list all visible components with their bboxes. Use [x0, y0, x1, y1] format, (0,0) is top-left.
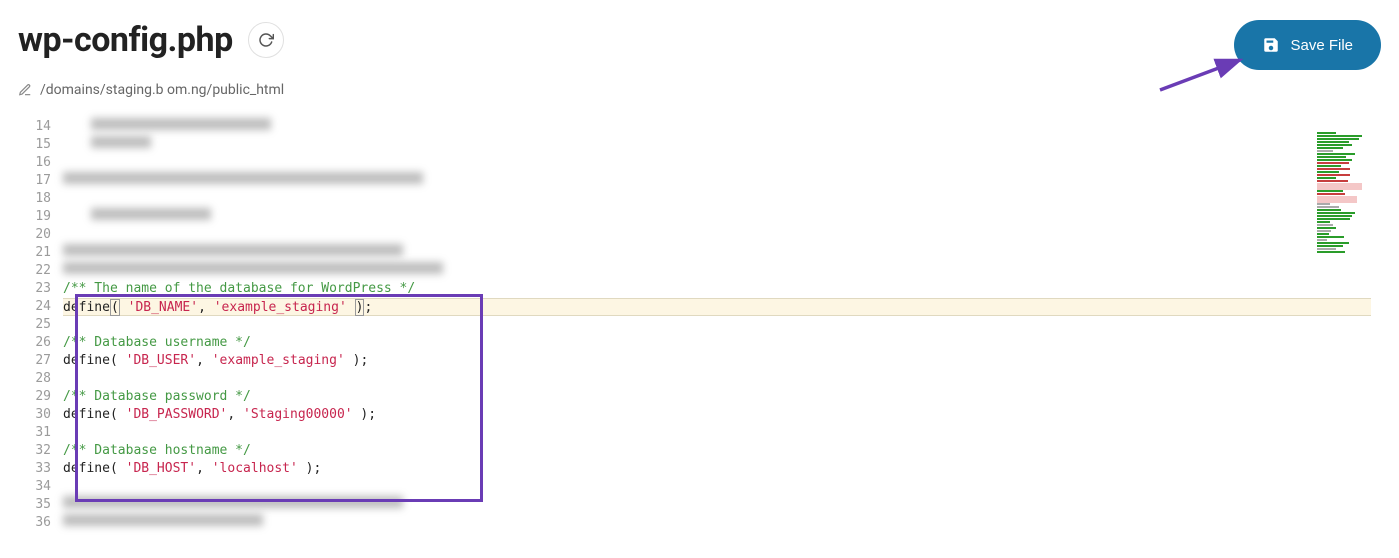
- code-line: define( 'DB_USER', 'example_staging' );: [63, 352, 1381, 370]
- code-line: [63, 226, 1381, 244]
- code-line: [63, 478, 1381, 496]
- code-line: [63, 118, 1381, 136]
- code-line: [63, 208, 1381, 226]
- line-number: 16: [18, 154, 51, 172]
- code-line: [63, 424, 1381, 442]
- code-line: /** The name of the database for WordPre…: [63, 280, 1381, 298]
- reload-icon: [258, 32, 274, 48]
- save-icon: [1262, 36, 1280, 54]
- minimap[interactable]: [1317, 132, 1381, 302]
- line-number: 15: [18, 136, 51, 154]
- code-area[interactable]: /** The name of the database for WordPre…: [63, 118, 1381, 532]
- save-button-label: Save File: [1290, 37, 1353, 54]
- line-number: 19: [18, 208, 51, 226]
- line-number: 25: [18, 316, 51, 334]
- line-gutter: 1415161718192021222324252627282930313233…: [18, 118, 63, 532]
- code-line: [63, 190, 1381, 208]
- code-line: define( 'DB_PASSWORD', 'Staging00000' );: [63, 406, 1381, 424]
- line-number: 36: [18, 514, 51, 532]
- line-number: 32: [18, 442, 51, 460]
- line-number: 14: [18, 118, 51, 136]
- line-number: 24: [18, 298, 51, 316]
- line-number: 33: [18, 460, 51, 478]
- code-line: [63, 514, 1381, 532]
- editor-wrap: 1415161718192021222324252627282930313233…: [18, 118, 1381, 532]
- code-line: [63, 262, 1381, 280]
- page-title: wp-config.php: [18, 20, 233, 60]
- code-line: [63, 154, 1381, 172]
- line-number: 17: [18, 172, 51, 190]
- line-number: 21: [18, 244, 51, 262]
- line-number: 34: [18, 478, 51, 496]
- line-number: 27: [18, 352, 51, 370]
- code-line: [63, 172, 1381, 190]
- code-line: [63, 244, 1381, 262]
- line-number: 26: [18, 334, 51, 352]
- line-number: 31: [18, 424, 51, 442]
- line-number: 20: [18, 226, 51, 244]
- code-line: [63, 496, 1381, 514]
- code-line: define( 'DB_HOST', 'localhost' );: [63, 460, 1381, 478]
- line-number: 18: [18, 190, 51, 208]
- pencil-icon: [18, 83, 32, 97]
- breadcrumb-path: /domains/staging.b om.ng/public_html: [40, 82, 284, 98]
- line-number: 29: [18, 388, 51, 406]
- line-number: 23: [18, 280, 51, 298]
- line-number: 30: [18, 406, 51, 424]
- code-line: [63, 136, 1381, 154]
- code-line: [63, 370, 1381, 388]
- reload-button[interactable]: [248, 22, 284, 58]
- code-line: /** Database password */: [63, 388, 1381, 406]
- line-number: 22: [18, 262, 51, 280]
- code-editor[interactable]: 1415161718192021222324252627282930313233…: [18, 118, 1381, 532]
- code-line: define( 'DB_NAME', 'example_staging' );: [63, 298, 1371, 316]
- code-line: [63, 316, 1381, 334]
- line-number: 35: [18, 496, 51, 514]
- code-line: /** Database username */: [63, 334, 1381, 352]
- code-line: /** Database hostname */: [63, 442, 1381, 460]
- editor-header: wp-config.php Save File: [0, 0, 1399, 78]
- line-number: 28: [18, 370, 51, 388]
- title-area: wp-config.php: [18, 20, 284, 60]
- save-button[interactable]: Save File: [1234, 20, 1381, 70]
- breadcrumb: /domains/staging.b om.ng/public_html: [0, 78, 1399, 118]
